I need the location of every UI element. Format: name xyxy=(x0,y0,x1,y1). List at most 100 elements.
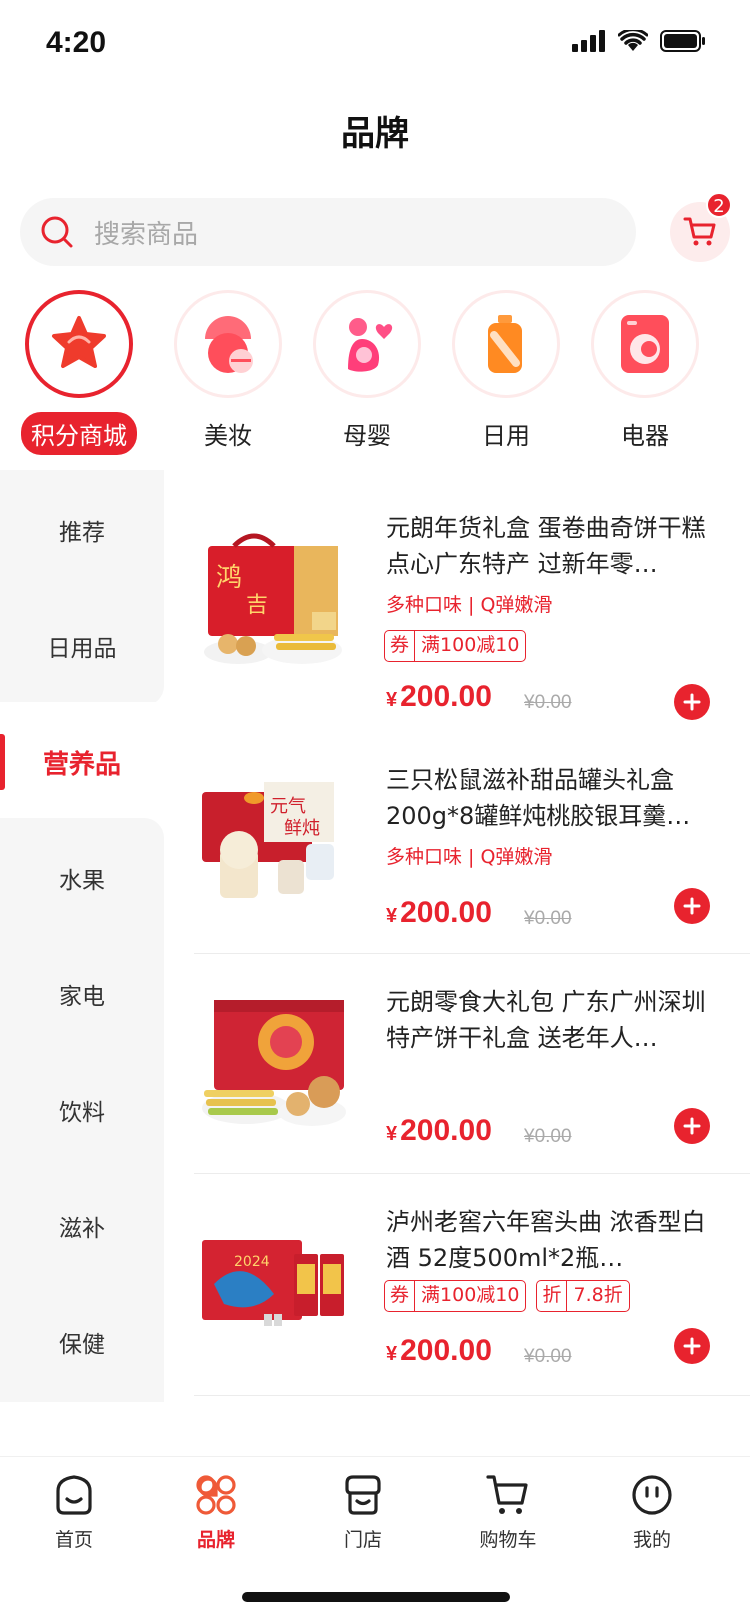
tag-value: 7.8折 xyxy=(573,1284,623,1306)
product-old-price: ¥0.00 xyxy=(524,1346,572,1367)
category-label: 美妆 xyxy=(204,422,252,450)
category-icon-wrap xyxy=(25,290,133,398)
battery-icon xyxy=(660,30,705,52)
washing-machine-icon xyxy=(621,315,669,373)
category-icon-wrap xyxy=(313,290,421,398)
currency-symbol: ¥ xyxy=(386,1343,398,1365)
category-label: 积分商城 xyxy=(21,412,137,455)
tab-label: 门店 xyxy=(343,1529,382,1551)
sidebar-item-daily-goods[interactable]: 日用品 xyxy=(0,586,164,706)
sidebar-item-label: 营养品 xyxy=(42,749,121,780)
tab-label: 我的 xyxy=(632,1529,671,1551)
coupon-tag: 券 满100减10 xyxy=(384,1280,527,1312)
product-old-price: ¥0.00 xyxy=(524,1126,572,1147)
category-icon-wrap xyxy=(452,290,560,398)
currency-symbol: ¥ xyxy=(386,689,398,711)
category-cosmetics[interactable]: 美妆 xyxy=(168,290,288,455)
product-price: ¥200.00 xyxy=(386,1114,492,1148)
page-title: 品牌 xyxy=(341,114,409,154)
price-value: 200.00 xyxy=(400,1334,492,1367)
sidebar-item-label: 推荐 xyxy=(59,520,105,546)
sidebar-item-fruit[interactable]: 水果 xyxy=(0,818,164,938)
status-bar: 4:20 xyxy=(0,0,750,90)
category-points-mall[interactable]: 积分商城 xyxy=(19,290,139,455)
tab-cart[interactable]: 购物车 xyxy=(448,1471,568,1552)
search-input[interactable]: 搜索商品 xyxy=(20,198,636,266)
category-daily[interactable]: 日用 xyxy=(446,290,566,455)
svg-text:吉: 吉 xyxy=(246,593,268,618)
divider xyxy=(194,1395,750,1396)
tab-profile[interactable]: 我的 xyxy=(592,1471,712,1552)
tag-key: 折 xyxy=(537,1281,568,1311)
product-card[interactable]: 元气 鲜炖 三只松鼠滋补甜品罐头礼盒200g*8罐鲜炖桃胶银耳羹… 多种口味 |… xyxy=(194,732,750,954)
currency-symbol: ¥ xyxy=(386,1123,398,1145)
product-title: 元朗零食大礼包 广东广州深圳特产饼干礼盒 送老年人… xyxy=(386,988,706,1052)
currency-symbol: ¥ xyxy=(386,905,398,927)
add-to-cart-button[interactable] xyxy=(674,888,710,924)
price-value: 200.00 xyxy=(400,680,492,713)
category-mother-baby[interactable]: 母婴 xyxy=(307,290,427,455)
sidebar-item-health[interactable]: 保健 xyxy=(0,1282,164,1402)
product-subtitle: 多种口味 | Q弹嫩滑 xyxy=(386,846,553,868)
status-time: 4:20 xyxy=(46,26,107,59)
tag-value: 满100减10 xyxy=(421,634,520,656)
price-value: 200.00 xyxy=(400,896,492,929)
sidebar-item-label: 保健 xyxy=(59,1332,105,1358)
cart-icon xyxy=(683,217,716,246)
svg-text:鲜炖: 鲜炖 xyxy=(284,818,320,839)
home-indicator xyxy=(242,1592,510,1602)
mother-baby-icon xyxy=(348,318,393,372)
sidebar: 推荐 日用品 营养品 水果 家电 饮料 滋补 保健 xyxy=(0,470,164,1460)
product-card[interactable]: 元朗零食大礼包 广东广州深圳特产饼干礼盒 送老年人… ¥200.00 ¥0.00 xyxy=(194,954,750,1174)
tab-label: 首页 xyxy=(54,1529,93,1551)
tag-key: 券 xyxy=(385,1281,416,1311)
svg-text:鸿: 鸿 xyxy=(216,563,242,593)
tab-store[interactable]: 门店 xyxy=(303,1471,423,1552)
category-row: 积分商城 美妆 母婴 日用 电器 xyxy=(0,290,750,460)
product-image xyxy=(202,1000,346,1126)
add-to-cart-button[interactable] xyxy=(674,684,710,720)
sidebar-item-label: 滋补 xyxy=(59,1216,105,1242)
svg-text:元气: 元气 xyxy=(270,796,306,817)
add-to-cart-button[interactable] xyxy=(674,1108,710,1144)
sidebar-item-appliances[interactable]: 家电 xyxy=(0,934,164,1054)
tab-home[interactable]: 首页 xyxy=(14,1471,134,1552)
product-title: 三只松鼠滋补甜品罐头礼盒200g*8罐鲜炖桃胶银耳羹… xyxy=(386,766,691,830)
tab-label: 品牌 xyxy=(196,1529,235,1551)
product-subtitle: 多种口味 | Q弹嫩滑 xyxy=(386,594,553,616)
sidebar-item-tonic[interactable]: 滋补 xyxy=(0,1166,164,1286)
search-icon xyxy=(41,216,73,248)
sidebar-item-recommend[interactable]: 推荐 xyxy=(0,470,164,590)
product-price: ¥200.00 xyxy=(386,680,492,714)
product-old-price: ¥0.00 xyxy=(524,908,572,929)
add-to-cart-button[interactable] xyxy=(674,1328,710,1364)
category-label: 母婴 xyxy=(343,422,391,450)
sidebar-item-label: 饮料 xyxy=(59,1100,105,1126)
plus-icon xyxy=(683,1337,701,1355)
tab-brand[interactable]: 品牌 xyxy=(156,1471,276,1552)
daily-bottle-icon xyxy=(488,315,522,373)
product-price: ¥200.00 xyxy=(386,1334,492,1368)
plus-icon xyxy=(683,897,701,915)
category-appliances[interactable]: 电器 xyxy=(585,290,705,455)
sidebar-item-nutrition[interactable]: 营养品 xyxy=(0,702,164,822)
product-card[interactable]: 鸿 吉 元朗年货礼盒 蛋卷曲奇饼干糕点心广东特产 过新年零… 多种口味 | Q弹… xyxy=(194,480,750,720)
sidebar-item-drinks[interactable]: 饮料 xyxy=(0,1050,164,1170)
plus-icon xyxy=(683,1117,701,1135)
svg-text:2024: 2024 xyxy=(234,1254,270,1270)
profile-face-icon xyxy=(632,1475,672,1515)
status-icons xyxy=(572,30,706,52)
product-card[interactable]: 2024 泸州老窖六年窖头曲 浓香型白酒 52度500ml*2瓶… 券 满100… xyxy=(194,1174,750,1396)
price-value: 200.00 xyxy=(400,1114,492,1147)
coupon-tag: 券 满100减10 xyxy=(384,630,527,662)
sidebar-item-label: 日用品 xyxy=(47,636,117,662)
product-tags: 券 满100减10 xyxy=(384,630,527,662)
star-icon xyxy=(52,316,106,368)
product-tags: 券 满100减10 折 7.8折 xyxy=(384,1280,630,1312)
category-label: 日用 xyxy=(482,422,530,450)
wifi-icon xyxy=(618,30,648,51)
sidebar-item-label: 水果 xyxy=(59,868,105,894)
product-image: 鸿 吉 xyxy=(204,533,342,664)
product-old-price: ¥0.00 xyxy=(524,692,572,713)
product-image: 元气 鲜炖 xyxy=(202,782,334,898)
